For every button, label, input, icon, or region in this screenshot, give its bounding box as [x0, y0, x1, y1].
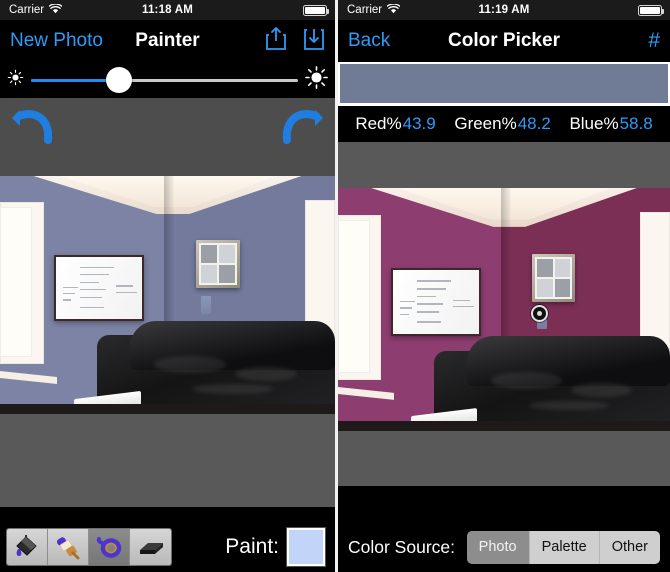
download-icon[interactable]: [303, 26, 325, 56]
green-label: Green%: [454, 114, 517, 133]
framed-picture: [532, 253, 576, 303]
color-source-bar: Color Source: Photo Palette Other: [338, 522, 670, 572]
photo-canvas-original[interactable]: [0, 176, 335, 414]
history-toolbar: [0, 98, 335, 176]
canvas-backdrop-top-right: [338, 142, 670, 188]
red-readout: Red% 43.9: [355, 114, 435, 134]
blue-value: 58.8: [619, 114, 653, 133]
framed-picture: [195, 240, 240, 288]
color-picker-screen: Carrier 11:19 AM Back Color Picker # Red…: [335, 0, 670, 572]
picture-mat: [198, 243, 237, 285]
back-button[interactable]: Back: [348, 30, 390, 52]
status-bar-right: Carrier 11:19 AM: [338, 0, 670, 20]
paint-color-fill: [289, 530, 323, 564]
canvas-backdrop-left: [0, 414, 335, 507]
brightness-slider[interactable]: [31, 67, 298, 93]
nav-bar-right: Back Color Picker #: [338, 20, 670, 62]
green-readout: Green% 48.2: [454, 114, 550, 134]
segment-photo[interactable]: Photo: [466, 530, 530, 564]
color-source-label: Color Source:: [348, 536, 455, 557]
red-label: Red%: [355, 114, 402, 133]
status-time: 11:19 AM: [478, 4, 530, 16]
nav-bar-left: New Photo Painter: [0, 20, 335, 62]
canvas-backdrop-bottom-right: [338, 431, 670, 486]
floor: [0, 404, 335, 414]
new-photo-button[interactable]: New Photo: [10, 30, 103, 52]
tool-group: [6, 528, 172, 566]
whiteboard: [53, 254, 145, 322]
floor: [338, 421, 670, 431]
window-left-inner: [338, 219, 370, 373]
brightness-slider-thumb[interactable]: [106, 67, 133, 93]
room-scene-painted: [338, 188, 670, 431]
nav-actions-right: #: [648, 29, 660, 53]
wall-switch-plate: [201, 296, 212, 315]
nav-actions: [265, 26, 325, 56]
dual-screenshot-container: Carrier 11:18 AM New Photo Painter Paint…: [0, 0, 670, 572]
color-source-segmented-control[interactable]: Photo Palette Other: [466, 530, 660, 564]
lasso-select-tool[interactable]: [89, 529, 130, 565]
share-icon[interactable]: [265, 26, 287, 56]
paint-brush-tool[interactable]: [48, 529, 89, 565]
paint-label: Paint:: [225, 535, 279, 558]
whiteboard: [391, 268, 481, 337]
brightness-low-icon: [7, 69, 24, 91]
selected-color-swatch-wrap: [338, 62, 670, 106]
eraser-tool[interactable]: [130, 529, 171, 565]
undo-arrow-icon[interactable]: [8, 100, 56, 150]
status-bar-left: Carrier 11:18 AM: [0, 0, 335, 20]
status-time: 11:18 AM: [141, 4, 194, 16]
segment-palette[interactable]: Palette: [529, 530, 600, 564]
redo-arrow-icon[interactable]: [279, 100, 327, 150]
brightness-high-icon: [305, 66, 328, 94]
selected-color-swatch[interactable]: [340, 64, 668, 103]
brightness-slider-row: [0, 62, 335, 98]
photo-canvas-painted[interactable]: [338, 188, 670, 431]
room-scene-original: [0, 176, 335, 414]
segment-other[interactable]: Other: [599, 530, 660, 564]
tool-bar: Paint:: [0, 522, 335, 572]
paint-bucket-tool[interactable]: [7, 529, 48, 565]
eyedropper-target-icon[interactable]: [532, 307, 546, 321]
blue-readout: Blue% 58.8: [569, 114, 652, 134]
painter-screen: Carrier 11:18 AM New Photo Painter Paint…: [0, 0, 335, 572]
paint-color-swatch[interactable]: [287, 528, 325, 566]
red-value: 43.9: [402, 114, 436, 133]
battery-icon: [638, 4, 664, 16]
battery-icon: [303, 4, 329, 16]
spacer-right: [338, 486, 670, 516]
window-left-inner: [0, 206, 32, 357]
paint-color-group: Paint:: [225, 528, 329, 566]
picture-mat: [535, 256, 573, 300]
green-value: 48.2: [517, 114, 551, 133]
blue-label: Blue%: [569, 114, 619, 133]
rgb-readout: Red% 43.9 Green% 48.2 Blue% 58.8: [338, 106, 670, 142]
hex-code-button[interactable]: #: [648, 29, 660, 53]
